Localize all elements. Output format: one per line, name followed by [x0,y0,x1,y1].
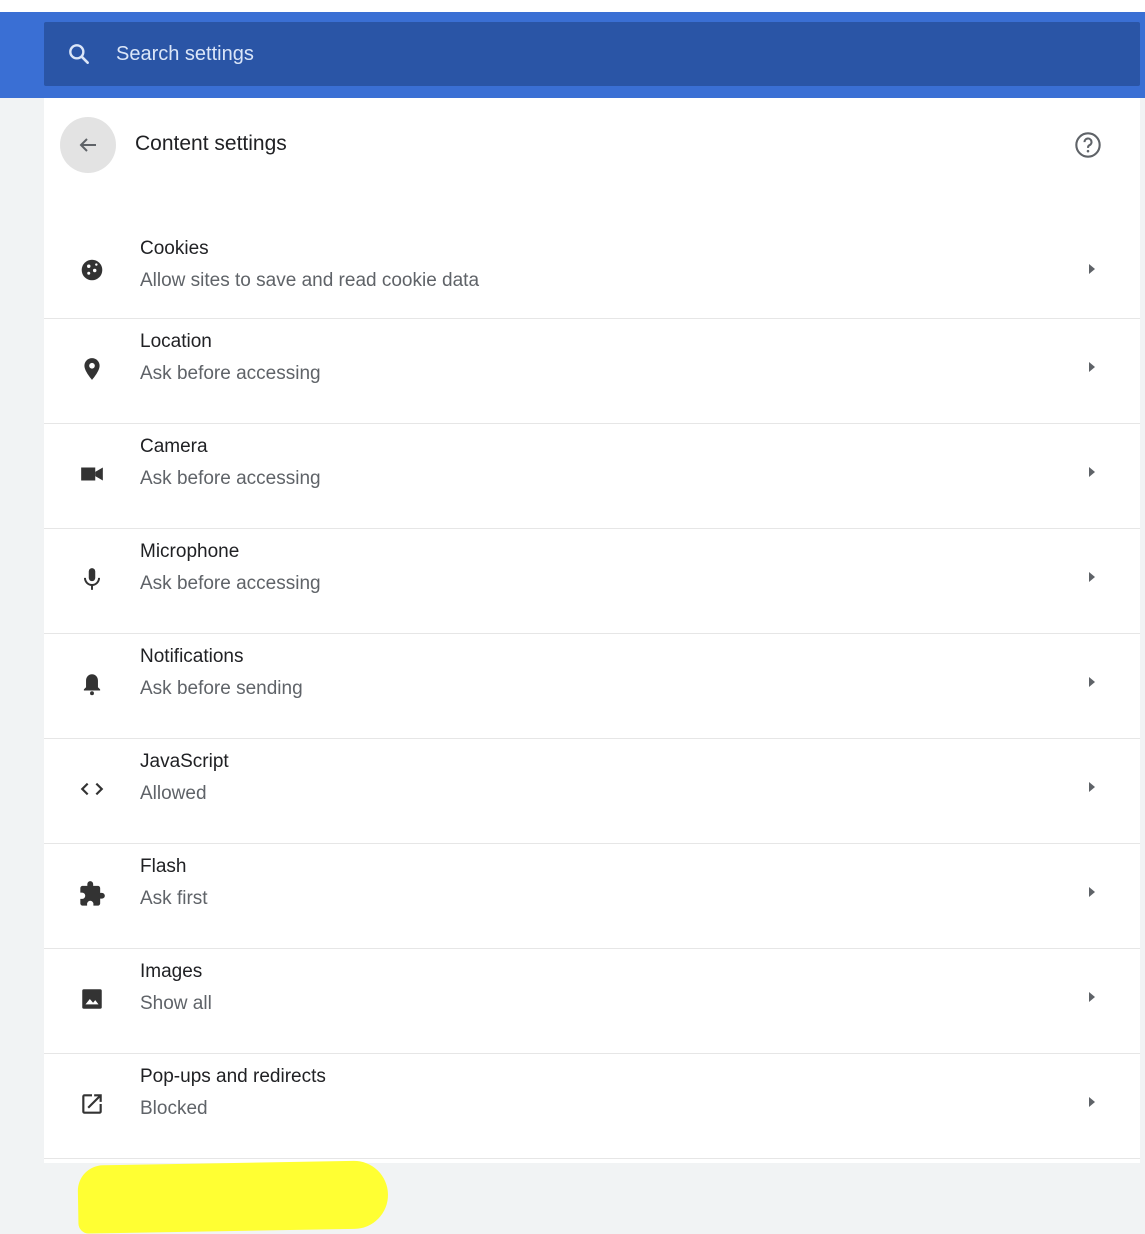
back-button[interactable] [60,117,116,173]
settings-row-location[interactable]: Location Ask before accessing [44,319,1140,424]
bell-icon [78,670,106,698]
settings-row-pop-ups-and-redirects[interactable]: Pop-ups and redirects Blocked [44,1054,1140,1159]
chevron-right-icon [1086,262,1098,276]
row-status: Blocked [140,1098,208,1119]
code-icon [78,775,106,803]
highlight-marker [77,1160,389,1234]
row-label: Location [140,331,212,352]
chevron-right-icon [1086,675,1098,689]
chevron-right-icon [1086,465,1098,479]
settings-row-javascript[interactable]: JavaScript Allowed [44,739,1140,844]
help-icon[interactable] [1074,131,1102,159]
top-bar: Search settings [0,0,1145,98]
row-status: Ask before accessing [140,468,321,489]
left-gutter [0,98,44,1163]
row-label: Cookies [140,238,209,259]
row-label: Microphone [140,541,240,562]
settings-row-microphone[interactable]: Microphone Ask before accessing [44,529,1140,634]
row-label: Camera [140,436,208,457]
row-status: Ask before accessing [140,363,321,384]
content-settings-card: Content settings Cookies Allow sites to s… [44,98,1140,1234]
puzzle-icon [78,880,106,908]
back-arrow-icon [79,138,96,152]
row-label: JavaScript [140,751,229,772]
row-status: Allow sites to save and read cookie data [140,270,480,291]
top-band [0,0,1145,12]
chevron-right-icon [1086,360,1098,374]
row-status: Allowed [140,783,207,804]
settings-row-camera[interactable]: Camera Ask before accessing [44,424,1140,529]
location-pin-icon [78,355,106,383]
page-header: Content settings [44,98,1140,208]
camera-icon [78,460,106,488]
settings-row-notifications[interactable]: Notifications Ask before sending [44,634,1140,739]
row-label: Images [140,961,203,982]
chevron-right-icon [1086,885,1098,899]
chevron-right-icon [1086,570,1098,584]
row-label: Flash [140,856,187,877]
chevron-right-icon [1086,780,1098,794]
right-gutter [1140,98,1145,1163]
cookie-icon [78,256,106,284]
microphone-icon [78,565,106,593]
search-bar[interactable]: Search settings [44,22,1140,86]
chevron-right-icon [1086,990,1098,1004]
open-in-new-icon [78,1090,106,1118]
settings-list: Cookies Allow sites to save and read cook… [44,238,1140,1159]
row-status: Ask first [140,888,208,909]
page-title: Content settings [135,132,287,155]
row-label: Notifications [140,646,244,667]
row-status: Ask before accessing [140,573,321,594]
search-input[interactable]: Search settings [116,43,254,66]
row-status: Show all [140,993,212,1014]
settings-row-cookies[interactable]: Cookies Allow sites to save and read cook… [44,238,1140,319]
row-label: Pop-ups and redirects [140,1066,326,1087]
settings-row-flash[interactable]: Flash Ask first [44,844,1140,949]
row-status: Ask before sending [140,678,303,699]
settings-row-images[interactable]: Images Show all [44,949,1140,1054]
chevron-right-icon [1086,1095,1098,1109]
image-icon [78,985,106,1013]
search-icon [69,44,89,64]
